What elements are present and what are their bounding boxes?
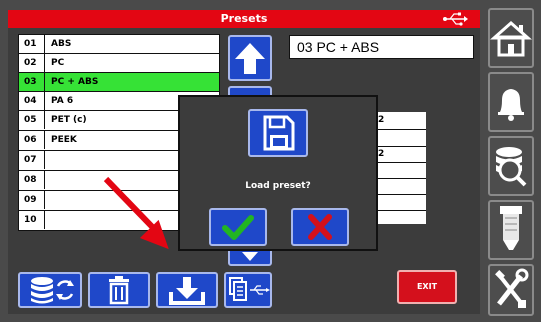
dialog-icon-box (248, 109, 308, 157)
preset-row-01[interactable]: 01 ABS (18, 34, 220, 54)
preset-name: PET (c) (51, 115, 87, 125)
preset-number: 05 (19, 111, 45, 129)
preset-row-02[interactable]: 02 PC (18, 53, 220, 73)
nozzle-icon (500, 206, 522, 250)
preset-number: 04 (19, 92, 45, 110)
table-value: 2 (378, 149, 385, 159)
database-button[interactable] (488, 136, 534, 196)
database-sync-icon (31, 277, 74, 304)
preset-number: 02 (19, 54, 45, 72)
screen: Presets 01 ABS 02 PC 03 PC + ABS 04 PA 6 (0, 0, 541, 322)
tools-icon (495, 268, 529, 308)
preset-name: ABS (51, 39, 72, 49)
confirm-button[interactable] (209, 208, 267, 246)
usb-icon (443, 12, 468, 26)
preset-number: 06 (19, 131, 45, 149)
right-sidebar (480, 0, 541, 322)
x-icon (308, 214, 332, 240)
copy-to-usb-button[interactable] (224, 272, 272, 308)
download-icon (169, 277, 205, 305)
database-search-icon (496, 147, 527, 187)
delete-button[interactable] (88, 272, 150, 308)
preset-number: 10 (19, 211, 45, 229)
dialog-message: Load preset? (245, 181, 311, 191)
trash-icon (109, 276, 129, 305)
preset-number: 08 (19, 171, 45, 189)
home-icon (490, 20, 532, 57)
load-preset-button[interactable] (156, 272, 218, 308)
home-button[interactable] (488, 8, 534, 68)
preset-number: 03 (19, 73, 45, 91)
preset-name: PC + ABS (51, 77, 99, 87)
nozzle-button[interactable] (488, 200, 534, 260)
bell-icon (498, 89, 524, 121)
arrow-up-icon (235, 43, 265, 74)
preset-row-03-selected[interactable]: 03 PC + ABS (18, 72, 220, 92)
cancel-button[interactable] (291, 208, 349, 246)
checkmark-icon (222, 215, 254, 240)
preset-number: 07 (19, 151, 45, 169)
preset-name: PA 6 (51, 96, 74, 106)
exit-button[interactable]: EXIT (397, 270, 457, 304)
sync-database-button[interactable] (18, 272, 82, 308)
table-value: 2 (378, 115, 385, 125)
copy-usb-icon (229, 277, 270, 301)
selected-preset-display: 03 PC + ABS (289, 35, 474, 59)
scroll-up-button[interactable] (228, 35, 272, 81)
settings-button[interactable] (488, 264, 534, 316)
preset-number: 09 (19, 191, 45, 209)
preset-number: 01 (19, 35, 45, 53)
title-bar: Presets (8, 10, 480, 28)
alarms-button[interactable] (488, 72, 534, 132)
floppy-disk-icon (263, 115, 295, 151)
page-title: Presets (220, 12, 268, 25)
preset-name: PC (51, 58, 65, 68)
load-preset-dialog: Load preset? (178, 95, 378, 251)
preset-name: PEEK (51, 135, 77, 145)
preset-detail-table: 2 2 (374, 112, 426, 224)
